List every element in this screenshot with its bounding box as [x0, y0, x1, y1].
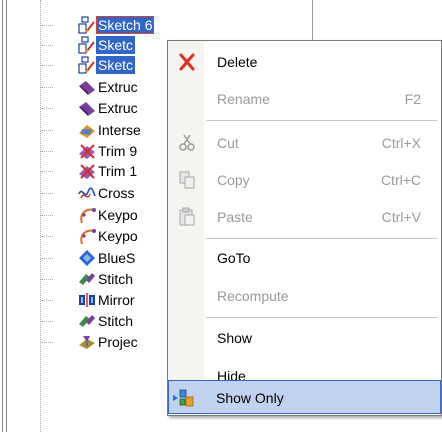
column-divider[interactable] [312, 0, 313, 45]
menu-item-label: Show [217, 330, 253, 346]
tree-item-label: Extruc [98, 100, 138, 116]
tree-item-label: Sketch 6 [96, 16, 155, 34]
cut-icon [179, 134, 195, 151]
extrude-icon [79, 81, 95, 95]
menu-item-label: Paste [217, 209, 253, 225]
trim-icon [79, 164, 95, 179]
sketch-icon [78, 56, 95, 74]
sketch-icon [78, 36, 95, 54]
tree-item-label: Sketc [96, 36, 136, 54]
menu-item-label: Recompute [217, 288, 289, 304]
delete-icon [179, 53, 195, 71]
menu-item-shortcut: Ctrl+V [381, 209, 421, 225]
tree-item-label: Keypo [98, 207, 138, 223]
intersect-icon [79, 125, 95, 138]
menu-item-shortcut: Ctrl+C [380, 172, 421, 188]
menu-separator [206, 317, 437, 318]
keypoint-curve-icon [80, 208, 96, 224]
show-only-icon [173, 389, 194, 407]
tree-item-label: Mirror [98, 292, 135, 308]
keypoint-curve-icon [80, 229, 96, 245]
menu-item-show-only[interactable]: Show Only [168, 380, 441, 414]
paste-icon [179, 207, 195, 226]
tree-item-label: Stitch [98, 271, 134, 287]
menu-item-goto[interactable]: GoTo [170, 241, 439, 275]
extrude-icon [79, 102, 95, 116]
menu-item-label: Rename [217, 91, 270, 107]
project-icon [79, 336, 95, 349]
trim-icon [79, 144, 95, 159]
tree-item-label: Projec [98, 334, 138, 350]
tree-item-label: Stitch [98, 313, 134, 329]
menu-item-recompute[interactable]: Recompute [170, 279, 439, 313]
menu-item-shortcut: F2 [404, 91, 421, 107]
cross-section-icon [78, 187, 96, 199]
menu-separator [206, 120, 437, 121]
menu-item-show[interactable]: Show [170, 321, 439, 355]
menu-item-shortcut: Ctrl+X [381, 135, 421, 151]
menu-item-label: Copy [217, 172, 250, 188]
tree-item-label: Sketc [96, 56, 136, 74]
context-menu: Delete Rename F2 Cut Ctrl+X Copy Ctrl+C … [167, 40, 442, 416]
menu-separator [206, 238, 437, 239]
tree-item-sketch-6[interactable]: Sketch 6 [0, 15, 230, 35]
tree-item-label: Cross [98, 185, 135, 201]
tree-item-label: Interse [98, 122, 141, 138]
menu-item-copy[interactable]: Copy Ctrl+C [170, 163, 439, 197]
menu-item-label: Cut [217, 135, 239, 151]
sketch-icon [78, 16, 95, 34]
menu-item-label: Show Only [216, 390, 284, 406]
mirror-icon [79, 293, 95, 307]
menu-item-cut[interactable]: Cut Ctrl+X [170, 126, 439, 160]
tree-item-label: BlueS [98, 250, 136, 266]
menu-item-rename[interactable]: Rename F2 [170, 82, 439, 116]
menu-item-delete[interactable]: Delete [170, 45, 439, 79]
tree-item-label: Trim 1 [98, 163, 138, 179]
stitch-icon [79, 315, 95, 327]
tree-item-label: Extruc [98, 79, 138, 95]
menu-item-paste[interactable]: Paste Ctrl+V [170, 200, 439, 234]
tree-item-label: Keypo [98, 228, 138, 244]
stitch-icon [79, 273, 95, 285]
menu-item-label: Delete [217, 54, 258, 70]
tree-item-label: Trim 9 [98, 143, 138, 159]
menu-item-label: GoTo [217, 250, 251, 266]
blue-surface-icon [79, 250, 95, 266]
copy-icon [179, 171, 195, 189]
